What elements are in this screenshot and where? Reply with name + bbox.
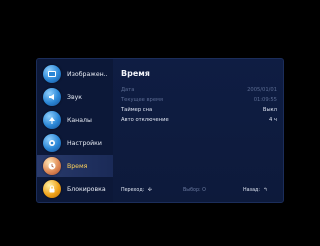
dpad-icon: ✣ bbox=[147, 188, 152, 193]
setting-row-sleep-timer[interactable]: Таймер сна Выкл bbox=[121, 107, 277, 116]
back-hint-label: Назад: bbox=[243, 188, 260, 193]
page-title: Время bbox=[121, 69, 150, 78]
setting-row-auto-off[interactable]: Авто отключение 4 ч bbox=[121, 117, 277, 126]
sidebar-item-label: Звук bbox=[67, 93, 83, 101]
setting-label: Таймер сна bbox=[121, 107, 153, 113]
sidebar-item-label: Изображен.. bbox=[67, 70, 108, 78]
sidebar-item-picture[interactable]: Изображен.. bbox=[37, 63, 113, 85]
time-settings-content: Время Дата 2005/01/01 Текущее время 01:0… bbox=[117, 59, 283, 202]
setting-label: Авто отключение bbox=[121, 117, 169, 123]
lock-icon bbox=[43, 180, 61, 198]
settings-icon bbox=[43, 134, 61, 152]
navigate-hint-label: Переход: bbox=[121, 188, 145, 193]
sidebar-item-time[interactable]: Время bbox=[37, 155, 113, 177]
sidebar-item-label: Каналы bbox=[67, 116, 92, 124]
setting-label: Текущее время bbox=[121, 97, 164, 103]
setting-row-date: Дата 2005/01/01 bbox=[121, 87, 277, 96]
picture-icon bbox=[43, 65, 61, 83]
sidebar-item-channels[interactable]: Каналы bbox=[37, 109, 113, 131]
tv-screen: Изображен.. Звук Каналы Настройки Время … bbox=[0, 0, 314, 246]
antenna-icon bbox=[43, 111, 61, 129]
settings-panel: Изображен.. Звук Каналы Настройки Время … bbox=[36, 58, 284, 203]
sidebar-item-label: Время bbox=[67, 162, 88, 170]
sound-icon bbox=[43, 88, 61, 106]
setting-value: 2005/01/01 bbox=[247, 87, 277, 93]
sidebar-item-sound[interactable]: Звук bbox=[37, 86, 113, 108]
setting-value: 01:09:55 bbox=[253, 97, 277, 103]
setting-label: Дата bbox=[121, 87, 135, 93]
return-arrow-icon: ↰ bbox=[263, 188, 268, 193]
sidebar-item-settings[interactable]: Настройки bbox=[37, 132, 113, 154]
setting-row-current-time: Текущее время 01:09:55 bbox=[121, 97, 277, 106]
clock-icon bbox=[43, 157, 61, 175]
sidebar-item-lock[interactable]: Блокировка bbox=[37, 178, 113, 200]
sidebar-item-label: Блокировка bbox=[67, 185, 106, 193]
select-hint: Выбор: O bbox=[183, 188, 206, 193]
setting-value: Выкл bbox=[262, 107, 277, 113]
setting-value: 4 ч bbox=[268, 117, 277, 123]
back-hint: Назад: ↰ bbox=[243, 188, 268, 193]
settings-sidebar: Изображен.. Звук Каналы Настройки Время … bbox=[37, 59, 113, 202]
navigate-hint: Переход: ✣ bbox=[121, 188, 152, 193]
sidebar-item-label: Настройки bbox=[67, 139, 102, 147]
key-hints-footer: Переход: ✣ Выбор: O Назад: ↰ bbox=[121, 188, 279, 197]
